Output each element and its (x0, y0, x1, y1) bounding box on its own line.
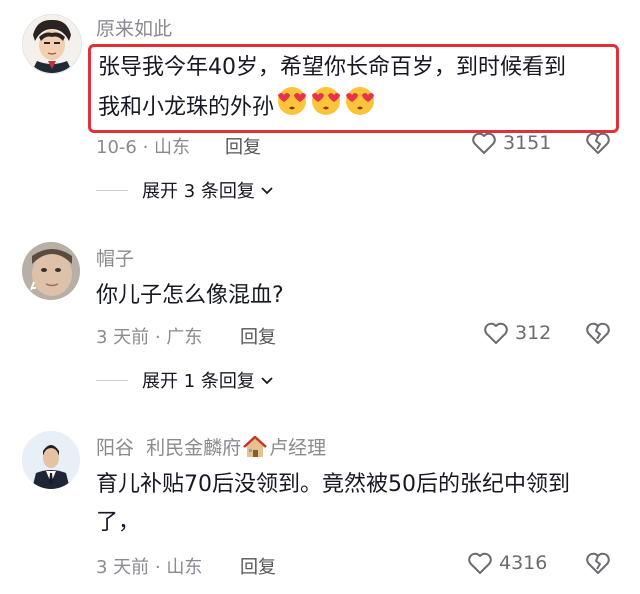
dislike-button[interactable] (585, 131, 611, 159)
expand-replies-button[interactable]: 展开 1 条回复 (96, 367, 275, 393)
heart-eyes-emoji (310, 86, 342, 130)
heart-eyes-emoji (276, 86, 308, 130)
like-button[interactable]: 4316 (467, 551, 547, 575)
comment-text-fragment: 我和小龙珠的外孙 (98, 95, 275, 120)
comment-meta: 3 天前 · 山东 (96, 557, 203, 578)
chevron-down-icon (261, 377, 273, 385)
dislike-button[interactable] (585, 321, 611, 349)
like-count: 4316 (499, 552, 548, 574)
like-button[interactable]: 3151 (471, 131, 551, 155)
like-button[interactable]: 312 (483, 321, 551, 345)
like-count: 312 (515, 322, 552, 344)
reply-button[interactable]: 回复 (225, 133, 261, 159)
avatar[interactable] (22, 14, 82, 74)
heart-outline-icon (484, 322, 508, 344)
man-in-suit-avatar-image (22, 431, 80, 489)
house-emoji (243, 435, 267, 457)
broken-heart-icon (586, 322, 610, 344)
divider (96, 189, 128, 191)
comment-text-line: 张导我今年40岁，希望你长命百岁，到时候看到 (98, 55, 566, 80)
broken-heart-icon (586, 132, 610, 154)
chevron-down-icon (261, 187, 273, 195)
username-suffix: 卢经理 (269, 437, 327, 459)
expand-replies-label: 展开 3 条回复 (142, 181, 255, 202)
divider (96, 379, 128, 381)
heart-eyes-emoji (344, 86, 376, 130)
expand-replies-label: 展开 1 条回复 (142, 371, 255, 392)
comment-username[interactable]: 原来如此 (96, 14, 172, 41)
avatar[interactable] (22, 431, 80, 489)
reply-button[interactable]: 回复 (240, 323, 276, 349)
username-prefix: 阳谷 利民金麟府 (96, 437, 242, 459)
dislike-button[interactable] (585, 551, 611, 579)
reply-button[interactable]: 回复 (240, 553, 276, 579)
anime-character-avatar-image (23, 15, 81, 73)
heart-outline-icon (472, 132, 496, 154)
comment-meta: 3 天前 · 广东 (96, 327, 203, 348)
comment-text-line-2: 了， (96, 510, 141, 535)
heart-outline-icon (468, 552, 492, 574)
avatar[interactable] (22, 242, 80, 300)
comment-text-line: 育儿补贴70后没领到。竟然被50后的张纪中领到 (96, 472, 570, 497)
like-count: 3151 (503, 132, 552, 154)
comment-text: 你儿子怎么像混血? (96, 283, 284, 308)
comment-text-line-2: 我和小龙珠的外孙 (98, 86, 376, 130)
expand-replies-button[interactable]: 展开 3 条回复 (96, 177, 275, 203)
child-photo-avatar-image (22, 242, 80, 300)
comment-meta: 10-6 · 山东 (96, 137, 191, 158)
comment-username[interactable]: 帽子 (96, 244, 134, 271)
broken-heart-icon (586, 552, 610, 574)
comment-username[interactable]: 阳谷 利民金麟府 卢经理 (96, 433, 326, 460)
